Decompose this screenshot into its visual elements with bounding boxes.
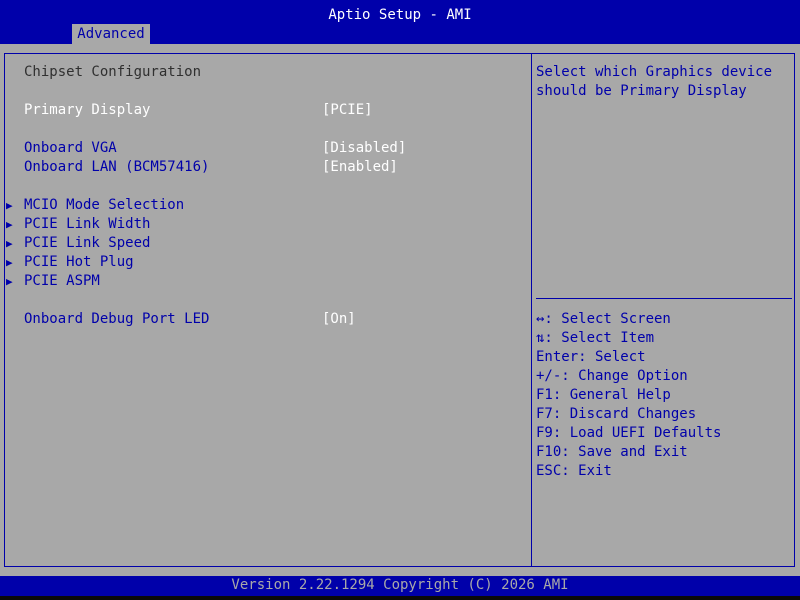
setting-onboard-lan-value[interactable]: [Enabled] [322,158,398,177]
key-hint-exit: ESC: Exit [536,463,612,479]
help-divider [536,298,792,299]
setting-onboard-vga-value[interactable]: [Disabled] [322,139,406,158]
vertical-divider [531,53,532,566]
window-title: Aptio Setup - AMI [328,7,472,23]
submenu-mcio-mode-selection[interactable]: MCIO Mode Selection [24,196,184,215]
header-bar: Aptio Setup - AMI Advanced [0,0,800,44]
help-text: Select which Graphics device should be P… [536,64,781,99]
submenu-pcie-hot-plug[interactable]: PCIE Hot Plug [24,253,134,272]
key-hint-general-help: F1: General Help [536,387,671,403]
submenu-arrow-icon: ▶ [6,256,13,269]
key-hint-select-item: ⇅: Select Item [536,330,655,346]
footer-version: Version 2.22.1294 Copyright (C) 2026 AMI [0,576,800,596]
setting-primary-display-label[interactable]: Primary Display [24,101,150,120]
key-hint-discard-changes: F7: Discard Changes [536,406,697,422]
submenu-arrow-icon: ▶ [6,237,13,250]
main-panel: Chipset Configuration Primary Display [P… [0,44,800,576]
key-hint-change-option: +/-: Change Option [536,368,688,384]
key-hint-enter: Enter: Select [536,349,646,365]
submenu-arrow-icon: ▶ [6,275,13,288]
submenu-pcie-link-width[interactable]: PCIE Link Width [24,215,150,234]
submenu-arrow-icon: ▶ [6,218,13,231]
bios-screen: Aptio Setup - AMI Advanced Chipset Confi… [0,0,800,600]
key-hint-save-exit: F10: Save and Exit [536,444,688,460]
submenu-pcie-link-speed[interactable]: PCIE Link Speed [24,234,150,253]
setting-primary-display-value[interactable]: [PCIE] [322,101,373,120]
key-hint-load-defaults: F9: Load UEFI Defaults [536,425,722,441]
setting-onboard-vga-label[interactable]: Onboard VGA [24,139,117,158]
setting-debug-port-led-label[interactable]: Onboard Debug Port LED [24,310,209,329]
submenu-arrow-icon: ▶ [6,199,13,212]
key-hint-select-screen: ↔: Select Screen [536,311,671,327]
setting-onboard-lan-label[interactable]: Onboard LAN (BCM57416) [24,158,209,177]
tab-advanced[interactable]: Advanced [72,24,150,44]
section-title: Chipset Configuration [24,64,202,80]
setting-debug-port-led-value[interactable]: [On] [322,310,356,329]
submenu-pcie-aspm[interactable]: PCIE ASPM [24,272,100,291]
